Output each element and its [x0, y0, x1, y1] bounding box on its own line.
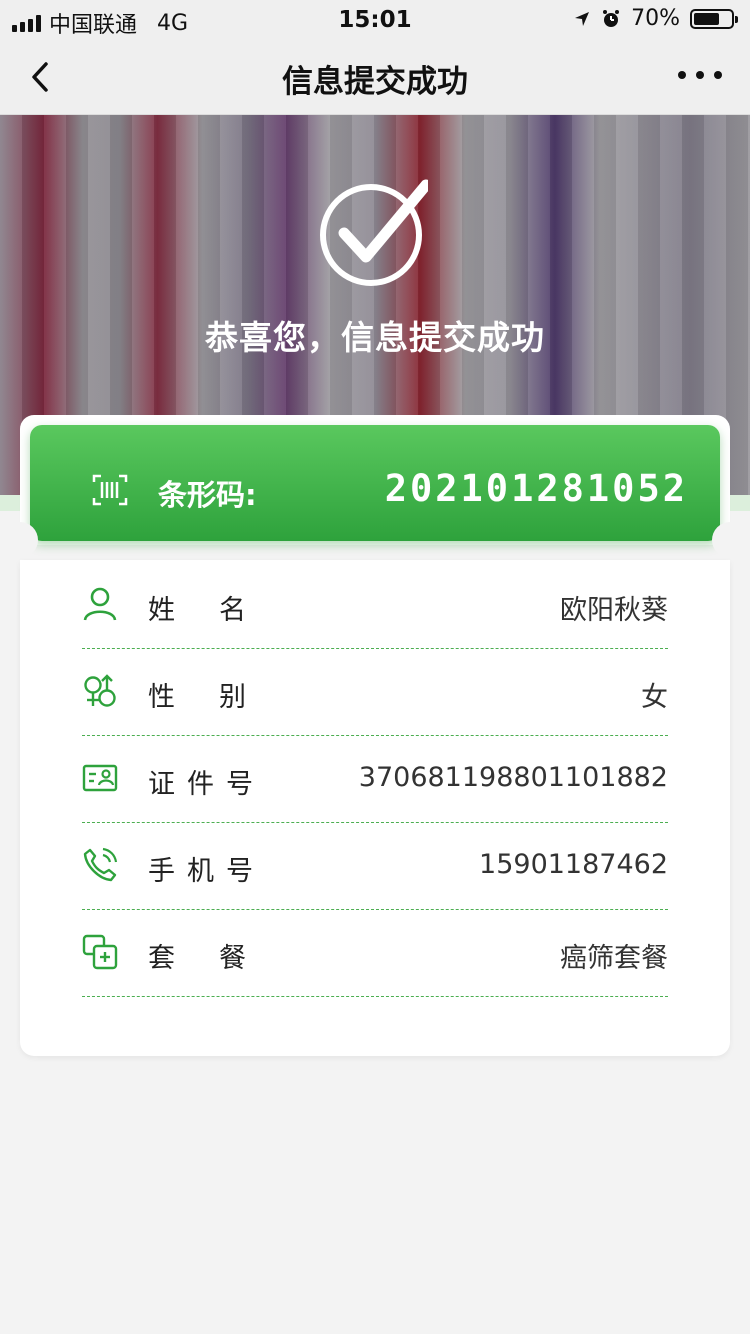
ticket-notch-left — [2, 522, 38, 558]
row-label: 套餐 — [148, 943, 290, 974]
success-check-icon — [320, 179, 428, 286]
barcode-icon — [92, 474, 128, 506]
row-value: 15901187462 — [479, 849, 668, 880]
list-item-name: 姓名 欧阳秋葵 — [82, 562, 668, 649]
row-label: 手机号 — [148, 856, 265, 887]
info-list: 姓名 欧阳秋葵 性别 女 证件号 370681198801101882 手机号 … — [82, 562, 668, 997]
more-options-icon[interactable] — [678, 60, 722, 90]
row-label: 证件号 — [148, 769, 265, 800]
nav-bar: 信息提交成功 — [0, 40, 750, 115]
list-item-package: 套餐 癌筛套餐 — [82, 910, 668, 997]
list-item-gender: 性别 女 — [82, 649, 668, 736]
row-value: 癌筛套餐 — [560, 943, 668, 974]
id-card-icon — [82, 764, 118, 792]
barcode-ticket: 条形码: 202101281052 — [20, 415, 730, 545]
ticket-notch-right — [712, 522, 748, 558]
location-arrow-icon — [575, 11, 590, 26]
alarm-icon — [603, 9, 620, 27]
battery-icon — [690, 8, 738, 29]
row-value: 女 — [641, 682, 668, 713]
status-right: 70% — [573, 6, 738, 31]
battery-percent: 70% — [631, 6, 680, 31]
barcode-value: 202101281052 — [384, 467, 688, 510]
status-bar: 中国联通 4G 15:01 70% — [0, 0, 750, 40]
row-value: 欧阳秋葵 — [560, 595, 668, 626]
person-icon — [83, 587, 117, 621]
barcode-banner: 条形码: 202101281052 — [30, 425, 720, 541]
list-item-phone: 手机号 15901187462 — [82, 823, 668, 910]
row-label: 姓名 — [148, 595, 290, 626]
package-icon — [82, 934, 118, 970]
success-message: 恭喜您，信息提交成功 — [205, 318, 545, 357]
barcode-label: 条形码: — [158, 478, 257, 512]
row-value: 370681198801101882 — [358, 762, 668, 793]
phone-icon — [83, 847, 118, 882]
page-title: 信息提交成功 — [282, 64, 468, 100]
row-label: 性别 — [148, 682, 290, 713]
gender-icon — [84, 674, 116, 707]
list-item-id-number: 证件号 370681198801101882 — [82, 736, 668, 823]
